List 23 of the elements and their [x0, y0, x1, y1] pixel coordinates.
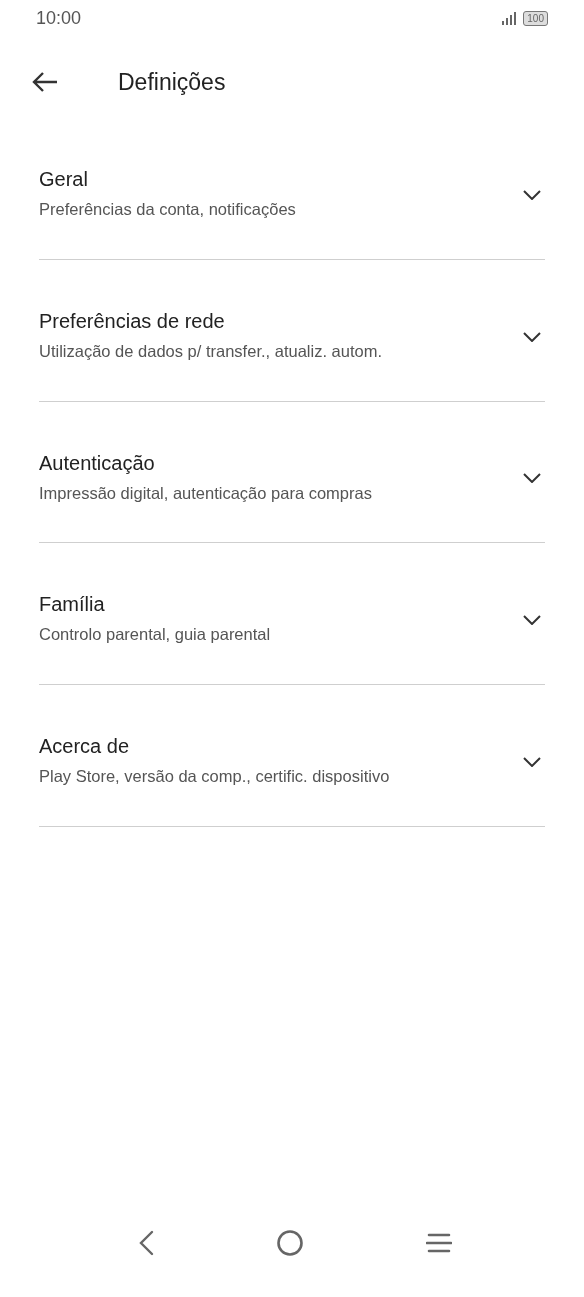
settings-section[interactable]: Família Controlo parental, guia parental: [39, 543, 545, 685]
battery-level: 100: [523, 10, 548, 26]
section-subtitle: Utilização de dados p/ transfer., atualiz. autom.: [39, 340, 383, 362]
section-title: Preferências de rede: [39, 309, 226, 333]
section-subtitle: Controlo parental, guia parental: [39, 624, 271, 646]
section-title: Geral: [39, 168, 89, 191]
settings-section[interactable]: Geral Preferências da conta, notificações: [39, 128, 545, 260]
section-subtitle: Preferências da conta, notificações: [39, 199, 296, 220]
back-icon[interactable]: [138, 1230, 154, 1256]
section-subtitle: Impressão digital, autenticação para compras: [39, 482, 372, 504]
settings-section[interactable]: Autenticação Impressão digital, autenticação para compras: [39, 401, 545, 544]
status-time: 10:00: [36, 7, 82, 29]
section-title: Acerca de: [39, 735, 131, 758]
back-arrow-icon[interactable]: [32, 71, 58, 93]
section-title: Autenticação: [39, 451, 156, 475]
section-subtitle: Play Store, versão da comp., certific. dispositivo: [39, 766, 390, 787]
page-title: Definições: [118, 68, 226, 96]
settings-section[interactable]: Preferências de rede Utilização de dados p/ transfer., atualiz. autom.: [39, 259, 545, 402]
settings-section[interactable]: Acerca de Play Store, versão da comp., certific. dispositivo: [39, 685, 545, 827]
section-title: Família: [39, 593, 106, 617]
menu-icon[interactable]: [426, 1233, 452, 1253]
signal-icon: [501, 11, 518, 25]
home-icon[interactable]: [276, 1229, 304, 1257]
